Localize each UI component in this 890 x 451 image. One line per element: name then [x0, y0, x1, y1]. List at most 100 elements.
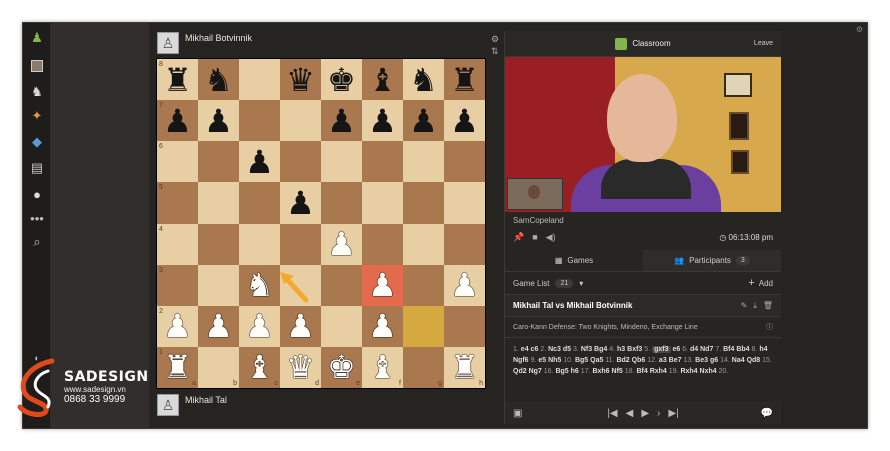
move[interactable]: h3	[617, 346, 625, 353]
move[interactable]: Qd8	[747, 357, 761, 364]
square-e4[interactable]: ♟	[321, 223, 362, 265]
more-icon[interactable]: •••	[28, 209, 46, 227]
move[interactable]: h6	[571, 368, 579, 375]
move[interactable]: Nh5	[548, 357, 561, 364]
square-h5[interactable]	[444, 182, 485, 224]
square-a6[interactable]: 6	[157, 141, 198, 183]
move[interactable]: h4	[759, 346, 767, 353]
square-f6[interactable]	[362, 141, 403, 183]
white-pawn-icon[interactable]: ♟	[163, 310, 192, 342]
square-b2[interactable]: ♟	[198, 305, 239, 347]
square-g1[interactable]: g	[403, 346, 444, 388]
move[interactable]: e6	[672, 346, 680, 353]
square-a7[interactable]: ♟ 7	[157, 100, 198, 142]
square-c7[interactable]	[239, 100, 280, 142]
white-pawn-icon[interactable]: ♟	[286, 310, 315, 342]
edit-icon[interactable]: ✎	[741, 301, 748, 311]
square-f3[interactable]: ♟	[362, 264, 403, 306]
white-pawn-icon[interactable]: ♟	[450, 269, 479, 301]
black-queen-icon[interactable]: ♛	[286, 64, 315, 96]
move[interactable]: c6	[531, 346, 539, 353]
square-b7[interactable]: ♟	[198, 100, 239, 142]
move[interactable]: Na4	[732, 357, 745, 364]
square-e7[interactable]: ♟	[321, 100, 362, 142]
square-d1[interactable]: ♛ d	[280, 346, 321, 388]
square-b5[interactable]	[198, 182, 239, 224]
white-pawn-icon[interactable]: ♟	[368, 269, 397, 301]
tab-games[interactable]: ▦ Games	[505, 250, 643, 271]
black-knight-icon[interactable]: ♞	[204, 64, 233, 96]
square-h1[interactable]: ♜ h	[444, 346, 485, 388]
white-rook-icon[interactable]: ♜	[450, 351, 479, 383]
white-pawn-icon[interactable]: ♟	[204, 310, 233, 342]
move[interactable]: Bb4	[736, 346, 749, 353]
square-b1[interactable]: b	[198, 346, 239, 388]
square-h2[interactable]	[444, 305, 485, 347]
move-list[interactable]: 1. e4 c6 2. Nc3 d5 3. Nf3 Bg4 4. h3 Bxf3…	[505, 338, 781, 380]
move[interactable]: e5	[538, 357, 546, 364]
window-settings-icon[interactable]: ⚙	[856, 25, 863, 34]
square-h6[interactable]	[444, 141, 485, 183]
camera-icon[interactable]: ■	[532, 232, 537, 242]
move[interactable]: Bg5	[555, 368, 568, 375]
trash-icon[interactable]: 🗑	[763, 301, 773, 311]
square-f4[interactable]	[362, 223, 403, 265]
square-b4[interactable]	[198, 223, 239, 265]
square-e3[interactable]	[321, 264, 362, 306]
black-pawn-icon[interactable]: ♟	[368, 105, 397, 137]
move[interactable]: Nxh4	[700, 368, 717, 375]
square-d7[interactable]	[280, 100, 321, 142]
square-g4[interactable]	[403, 223, 444, 265]
square-c5[interactable]	[239, 182, 280, 224]
play-icon[interactable]: ♞	[28, 83, 46, 101]
move[interactable]: g6	[710, 357, 718, 364]
black-pawn-icon[interactable]: ♟	[450, 105, 479, 137]
square-a1[interactable]: ♜ 1 a	[157, 346, 198, 388]
square-e5[interactable]	[321, 182, 362, 224]
move[interactable]: Bf4	[636, 368, 647, 375]
square-d6[interactable]	[280, 141, 321, 183]
add-button[interactable]: + Add	[748, 277, 773, 289]
white-bishop-icon[interactable]: ♝	[368, 351, 397, 383]
chat-bubble-icon[interactable]: 💬	[761, 408, 773, 419]
square-a2[interactable]: ♟ 2	[157, 305, 198, 347]
black-pawn-icon[interactable]: ♟	[327, 105, 356, 137]
tab-participants[interactable]: 👥 Participants 3	[643, 250, 781, 271]
move[interactable]: Nf5	[612, 368, 623, 375]
profile-avatar-icon[interactable]	[28, 57, 46, 75]
square-f8[interactable]: ♝	[362, 59, 403, 101]
square-f1[interactable]: ♝ f	[362, 346, 403, 388]
square-d4[interactable]	[280, 223, 321, 265]
square-d5[interactable]: ♟	[280, 182, 321, 224]
chat-icon[interactable]: ●	[28, 185, 46, 203]
square-g2[interactable]	[403, 305, 444, 347]
black-pawn-icon[interactable]: ♟	[204, 105, 233, 137]
move[interactable]: Bg4	[594, 346, 607, 353]
move[interactable]: Nd7	[700, 346, 713, 353]
last-move-icon[interactable]: ▶|	[668, 408, 678, 419]
white-queen-icon[interactable]: ♛	[286, 351, 315, 383]
move[interactable]: e4	[521, 346, 529, 353]
move[interactable]: Be3	[695, 357, 708, 364]
move[interactable]: a3	[659, 357, 667, 364]
square-e6[interactable]	[321, 141, 362, 183]
black-pawn-icon[interactable]: ♟	[245, 146, 274, 178]
volume-icon[interactable]: ◀)	[546, 232, 556, 243]
square-h7[interactable]: ♟	[444, 100, 485, 142]
square-h4[interactable]	[444, 223, 485, 265]
next-move-icon[interactable]: ›	[657, 408, 660, 419]
square-b3[interactable]	[198, 264, 239, 306]
square-f2[interactable]: ♟	[362, 305, 403, 347]
news-icon[interactable]: ▤	[28, 159, 46, 177]
move[interactable]: gxf3	[652, 346, 671, 353]
game-list-label[interactable]: Game List	[513, 279, 549, 288]
square-g8[interactable]: ♞	[403, 59, 444, 101]
square-c3[interactable]: ♞	[239, 264, 280, 306]
move[interactable]: Nf3	[581, 346, 592, 353]
black-rook-icon[interactable]: ♜	[163, 64, 192, 96]
pip-video[interactable]	[507, 178, 563, 210]
black-bishop-icon[interactable]: ♝	[368, 64, 397, 96]
move[interactable]: Bxh6	[592, 368, 609, 375]
square-g5[interactable]	[403, 182, 444, 224]
square-c4[interactable]	[239, 223, 280, 265]
